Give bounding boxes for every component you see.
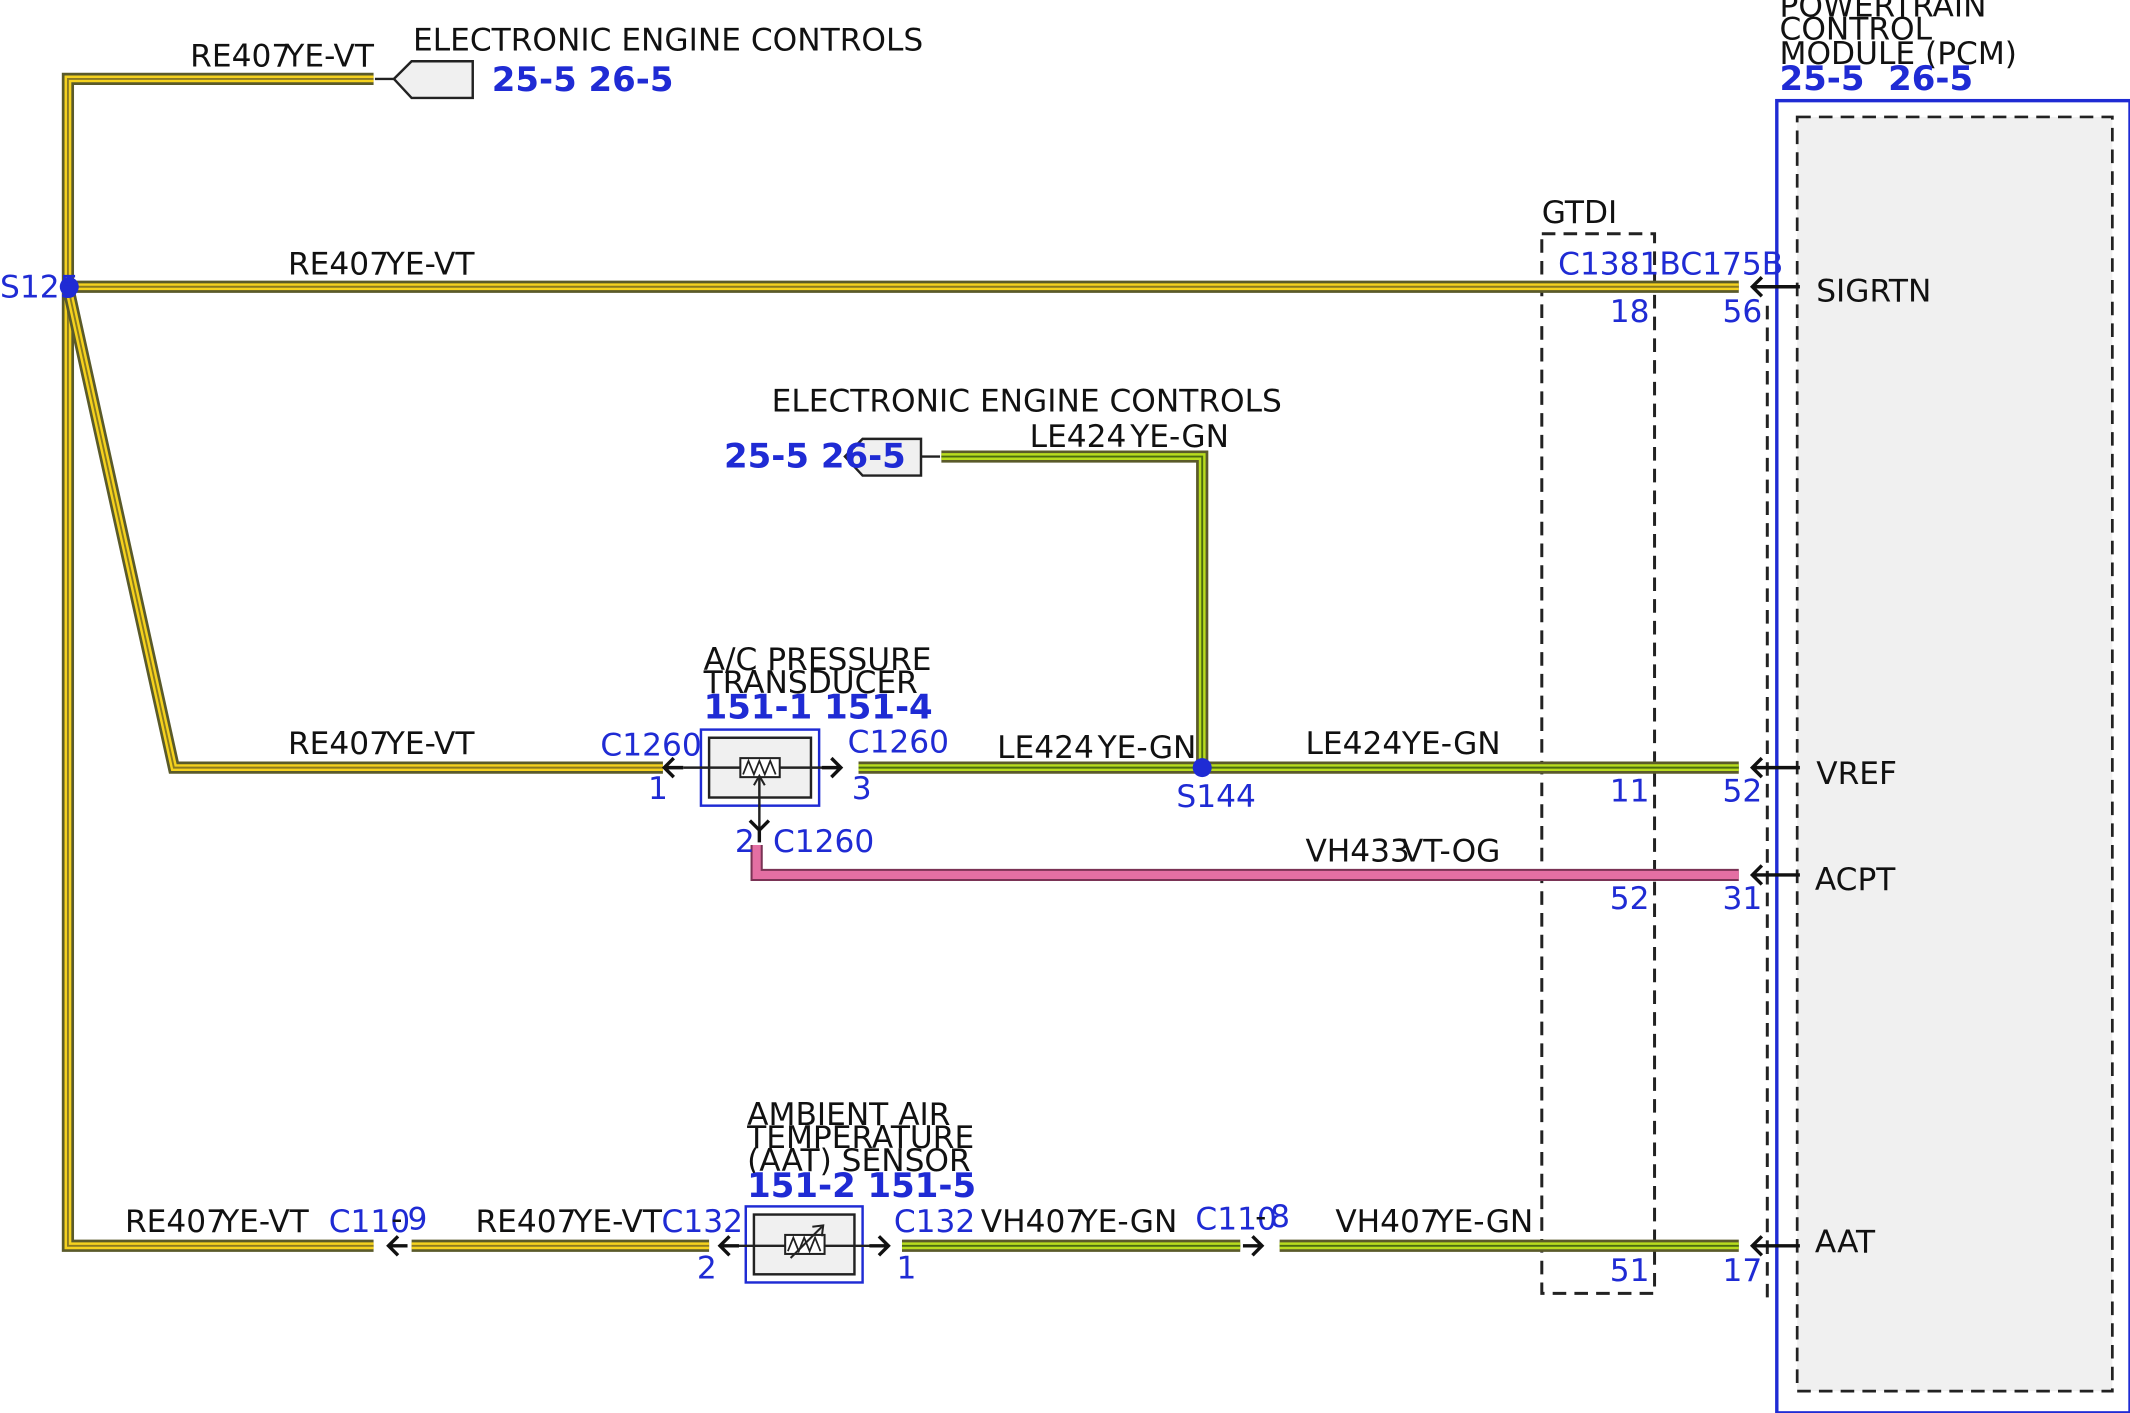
acpt-connector-right: C1260 — [848, 725, 949, 761]
pcm-pin-num: 52 — [1722, 774, 1762, 810]
wire-label-circuit: VH407 — [1335, 1204, 1439, 1240]
gtdi-pin: 11 — [1610, 774, 1650, 810]
splice-s144-label: S144 — [1176, 779, 1255, 815]
wire-label-circuit: LE424 — [1030, 419, 1127, 455]
eec-top-refs-link[interactable]: 25-5 26-5 — [492, 60, 674, 100]
c110-dash-b: - — [1255, 1199, 1266, 1235]
wire-label-color: YE-GN — [1129, 419, 1229, 455]
pcm-refs-link[interactable]: 25-5 26-5 — [1780, 59, 1974, 99]
pcm-signal-label[interactable]: VREF — [1816, 756, 1897, 792]
wire-label-color: YE-GN — [1097, 730, 1197, 766]
wire-label-circuit: RE407 — [190, 39, 291, 75]
gtdi-pin: 52 — [1610, 881, 1650, 917]
wire-label-circuit: LE424 — [997, 730, 1094, 766]
pcm-pin-num: 31 — [1722, 881, 1762, 917]
wire-label-color: YE-VT — [385, 726, 476, 762]
wire-label-circuit: VH407 — [981, 1204, 1085, 1240]
wire-label-color: VT-OG — [1402, 833, 1501, 869]
aat-refs-link[interactable]: 151-2 151-5 — [747, 1166, 976, 1206]
wire-label-color: YE-VT — [284, 39, 375, 75]
splice-s125-label: S125 — [0, 270, 79, 306]
wire-label-circuit: RE407 — [288, 247, 389, 283]
wire-le424-network[interactable] — [858, 450, 1739, 774]
pcm-connector-label: C175B — [1680, 247, 1783, 283]
wire-label-circuit: LE424 — [1305, 726, 1402, 762]
eec-mid-label: ELECTRONIC ENGINE CONTROLS — [772, 384, 1282, 420]
gtdi-pin: 18 — [1610, 294, 1650, 330]
wire-label-color: YE-VT — [219, 1204, 310, 1240]
c110-dash-a: - — [391, 1201, 402, 1237]
aat-connector-left: C132 — [662, 1204, 743, 1240]
wire-label-circuit: RE407 — [475, 1204, 576, 1240]
acpt-sensor-symbol[interactable] — [683, 728, 837, 829]
aat-connector-right: C132 — [894, 1204, 975, 1240]
aat-sensor-symbol[interactable] — [726, 1205, 883, 1284]
wire-label-color: YE-GN — [1433, 1204, 1533, 1240]
wire-label-color: YE-VT — [572, 1204, 663, 1240]
c110-pin-a-num: 9 — [408, 1201, 428, 1237]
wire-label-circuit: RE407 — [125, 1204, 226, 1240]
wire-vh433[interactable] — [750, 845, 1739, 882]
eec-mid-refs-link[interactable]: 25-5 26-5 — [724, 436, 906, 476]
wire-label-color: YE-GN — [1078, 1204, 1178, 1240]
pcm-signal-label[interactable]: SIGRTN — [1816, 274, 1931, 310]
acpt-pin-right — [821, 756, 844, 779]
aat-pin-right — [869, 1235, 891, 1257]
wire-label-circuit: VH433 — [1305, 833, 1409, 869]
c110-pin-8-symbol — [1242, 1235, 1265, 1257]
gtdi-pin: 51 — [1610, 1253, 1650, 1289]
gtdi-connector-label: C1381B — [1558, 247, 1681, 283]
pcm-pin-num: 56 — [1722, 294, 1762, 330]
aat-pin-left-num: 2 — [697, 1250, 717, 1286]
wiring-diagram: POWERTRAIN CONTROL MODULE (PCM) 25-5 26-… — [0, 0, 2130, 1413]
gtdi-label: GTDI — [1542, 195, 1617, 231]
c110-pin-b-num: 8 — [1270, 1199, 1290, 1235]
wire-label-color: YE-GN — [1401, 726, 1501, 762]
pcm-signal-label[interactable]: ACPT — [1815, 862, 1896, 898]
acpt-connector-left: C1260 — [600, 727, 701, 763]
acpt-pin-right-num: 3 — [852, 771, 872, 807]
acpt-pin-bottom-num: 2 — [735, 824, 755, 860]
pcm-pin-num: 17 — [1722, 1253, 1762, 1289]
eec-top-label: ELECTRONIC ENGINE CONTROLS — [413, 22, 923, 58]
wire-label-circuit: RE407 — [288, 726, 389, 762]
aat-pin-right-num: 1 — [897, 1250, 917, 1286]
eec-top-connector[interactable] — [374, 60, 474, 100]
acpt-connector-bottom: C1260 — [773, 824, 874, 860]
splice-s144-dot[interactable] — [1192, 758, 1212, 778]
acpt-pin-left-num: 1 — [648, 771, 668, 807]
pcm-signal-label[interactable]: AAT — [1815, 1225, 1876, 1261]
acpt-refs-link[interactable]: 151-1 151-4 — [704, 688, 933, 728]
wire-label-color: YE-VT — [385, 247, 476, 283]
